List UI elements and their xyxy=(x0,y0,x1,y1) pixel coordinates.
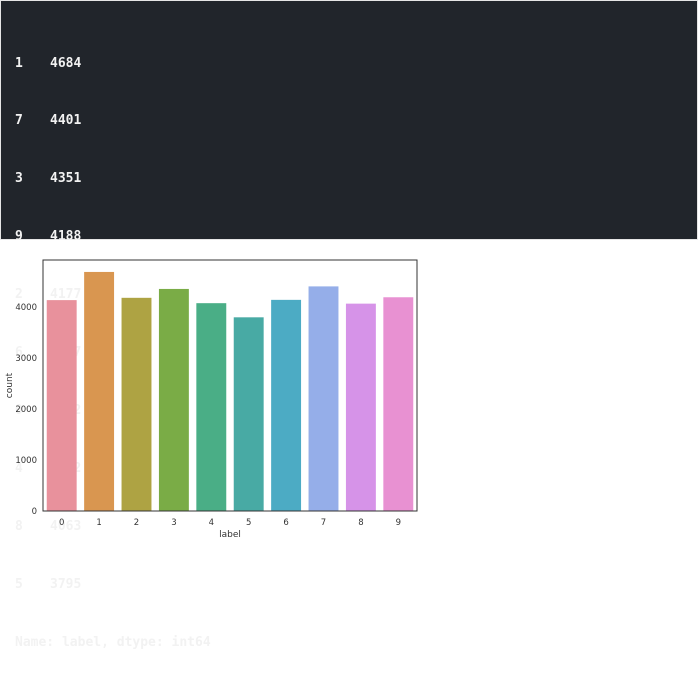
output-row: 5 3795 xyxy=(15,575,211,594)
output-row-count: 4188 xyxy=(50,229,82,245)
y-tick-label: 3000 xyxy=(15,354,37,364)
output-row-label: 9 xyxy=(15,229,23,245)
output-row-count: 4351 xyxy=(50,171,82,187)
bar-1 xyxy=(84,271,115,511)
output-row-count: 3795 xyxy=(50,576,82,592)
bar-4 xyxy=(196,303,227,511)
x-tick-label: 0 xyxy=(59,518,64,528)
bars-group xyxy=(46,271,414,511)
x-tick-label: 4 xyxy=(209,518,214,528)
output-row-count: 4684 xyxy=(50,55,82,71)
y-tick-label: 2000 xyxy=(15,405,37,415)
bar-8 xyxy=(345,303,376,511)
bar-2 xyxy=(121,297,152,511)
output-row: 1 4684 xyxy=(15,54,211,73)
bar-5 xyxy=(233,317,264,511)
count-plot-svg: 0 1000 2000 3000 4000 0 1 2 3 4 5 6 7 8 9 label count xyxy=(5,259,418,540)
x-axis-label: label xyxy=(219,530,241,540)
x-tick-label: 8 xyxy=(358,518,363,528)
output-row-label: 1 xyxy=(15,55,23,71)
y-tick-label: 1000 xyxy=(15,456,37,466)
x-tick-label: 6 xyxy=(283,518,288,528)
bar-6 xyxy=(271,299,302,511)
output-row-label: 5 xyxy=(15,576,23,592)
x-tick-label: 9 xyxy=(396,518,401,528)
y-tick-label: 4000 xyxy=(15,303,37,313)
output-row-label: 7 xyxy=(15,113,23,129)
output-row: 7 4401 xyxy=(15,111,211,130)
count-plot: 0 1000 2000 3000 4000 0 1 2 3 4 5 6 7 8 9 label count xyxy=(0,250,430,541)
x-tick-label: 3 xyxy=(171,518,176,528)
bar-0 xyxy=(46,300,77,511)
bar-3 xyxy=(158,288,189,511)
y-axis-ticks: 0 1000 2000 3000 4000 xyxy=(15,303,37,517)
output-row: 9 4188 xyxy=(15,227,211,246)
x-tick-label: 5 xyxy=(246,518,251,528)
output-row-label: 3 xyxy=(15,171,23,187)
bar-9 xyxy=(383,297,414,511)
x-tick-label: 1 xyxy=(96,518,101,528)
bar-7 xyxy=(308,286,339,511)
y-tick-label: 0 xyxy=(32,507,37,517)
x-axis-ticks: 0 1 2 3 4 5 6 7 8 9 xyxy=(59,518,401,528)
output-row: 3 4351 xyxy=(15,169,211,188)
output-row-count: 4401 xyxy=(50,113,82,129)
x-tick-label: 7 xyxy=(321,518,326,528)
cell-output: 14684 74401 34351 94188 24177 64137 0413… xyxy=(0,0,698,650)
output-footer: Name: label, dtype: int64 xyxy=(15,634,211,650)
y-axis-label: count xyxy=(5,372,15,398)
x-tick-label: 2 xyxy=(134,518,139,528)
